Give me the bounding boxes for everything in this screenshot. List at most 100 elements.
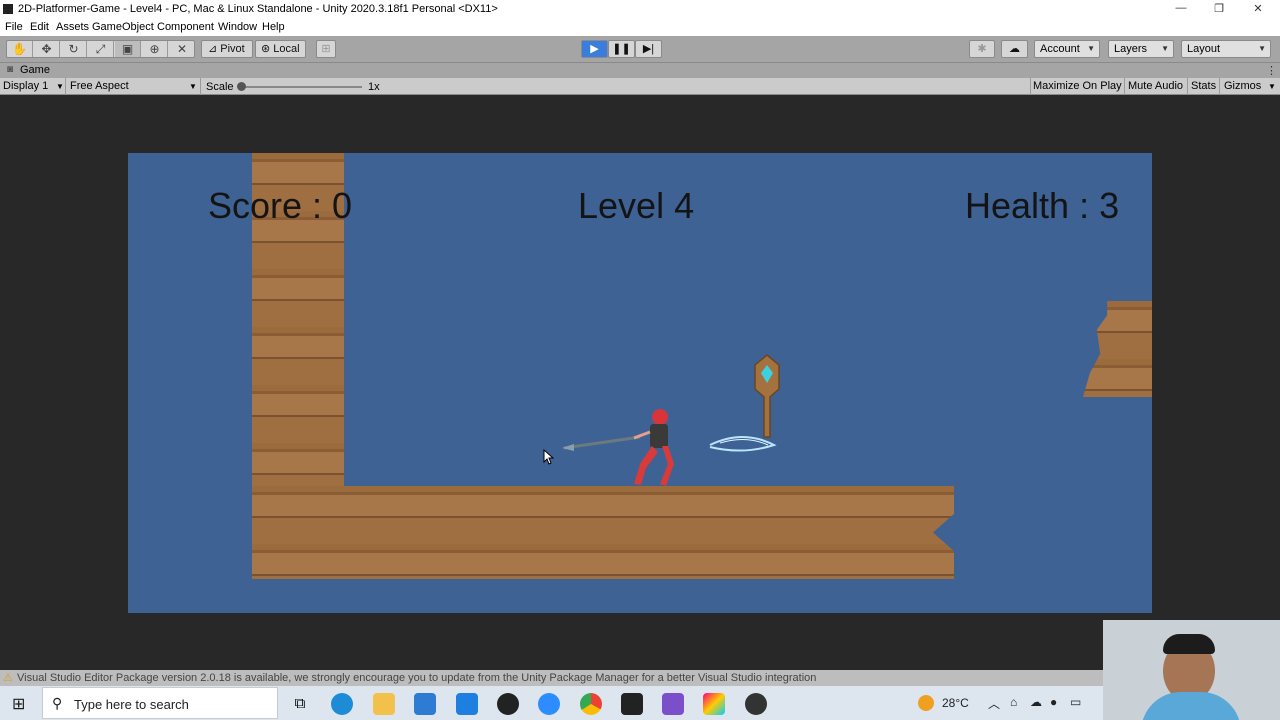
- aspect-dropdown[interactable]: Free Aspect: [70, 80, 129, 92]
- layout-dropdown[interactable]: Layout ▼: [1181, 40, 1271, 58]
- weather-icon: [918, 695, 934, 711]
- mic-icon[interactable]: ●: [1050, 695, 1057, 709]
- display-tray-icon[interactable]: ▭: [1070, 695, 1081, 709]
- collab-icon: ✱: [977, 43, 987, 55]
- local-label: Local: [273, 43, 300, 55]
- search-icon: ⚲: [52, 695, 63, 711]
- windows-taskbar: ⊞ ⚲ Type here to search ⧉ 28°C ︿ ⌂ ☁ ● ▭: [0, 686, 1280, 720]
- tab-menu-icon[interactable]: ⋮: [1266, 64, 1277, 77]
- scale-value: 1x: [368, 81, 380, 93]
- move-tool-icon[interactable]: ✥: [34, 41, 60, 57]
- tray-chevron-icon[interactable]: ︿: [988, 695, 1000, 712]
- mail-icon[interactable]: [414, 693, 436, 715]
- pivot-icon: ⊿: [208, 43, 218, 55]
- display-dropdown[interactable]: Display 1: [3, 80, 48, 92]
- unity-taskbar-icon[interactable]: [621, 693, 643, 715]
- maximize-on-play-toggle[interactable]: Maximize On Play: [1033, 80, 1122, 92]
- transform-tools: ✋ ✥ ↻ ⤢ ▣ ⊕ ✕: [6, 40, 195, 58]
- main-toolbar: ✋ ✥ ↻ ⤢ ▣ ⊕ ✕ ⊿ Pivot ⊛ Local ⊞ ▶ ❚❚ ▶| …: [0, 36, 1280, 62]
- menu-edit[interactable]: Edit: [30, 21, 49, 33]
- xbox-icon[interactable]: [497, 693, 519, 715]
- menu-bar: File Edit Assets GameObject Component Wi…: [0, 19, 1280, 36]
- player-character: [562, 409, 674, 486]
- menu-window[interactable]: Window: [218, 21, 257, 33]
- scale-slider-handle[interactable]: [237, 82, 246, 91]
- divider: [1124, 78, 1125, 95]
- webcam-overlay: [1103, 620, 1280, 720]
- floor-platform: [252, 486, 954, 579]
- pause-button[interactable]: ❚❚: [608, 40, 635, 58]
- chevron-down-icon: ▼: [56, 82, 64, 91]
- search-placeholder: Type here to search: [74, 697, 189, 712]
- local-toggle[interactable]: ⊛ Local: [255, 40, 306, 58]
- warning-icon: ⚠: [3, 672, 13, 684]
- chrome-icon[interactable]: [580, 693, 602, 715]
- step-button[interactable]: ▶|: [635, 40, 662, 58]
- hand-tool-icon[interactable]: ✋: [7, 41, 33, 57]
- edge-icon[interactable]: [331, 693, 353, 715]
- game-viewport: Score : 0 Level 4 Health : 3: [0, 95, 1280, 670]
- pivot-toggle[interactable]: ⊿ Pivot: [201, 40, 253, 58]
- menu-component[interactable]: Component: [157, 21, 214, 33]
- obs-icon[interactable]: [745, 693, 767, 715]
- weather-temp[interactable]: 28°C: [942, 696, 969, 710]
- layers-label: Layers: [1114, 43, 1148, 55]
- console-status-bar[interactable]: ⚠ Visual Studio Editor Package version 2…: [0, 670, 1280, 686]
- chevron-down-icon: ▼: [189, 82, 197, 91]
- game-canvas[interactable]: Score : 0 Level 4 Health : 3: [128, 153, 1152, 613]
- health-text: Health : 3: [965, 185, 1120, 226]
- chevron-down-icon[interactable]: ▼: [1268, 82, 1276, 91]
- taskbar-search-box[interactable]: ⚲ Type here to search: [42, 687, 278, 719]
- rotate-tool-icon[interactable]: ↻: [61, 41, 87, 57]
- mute-audio-toggle[interactable]: Mute Audio: [1128, 80, 1183, 92]
- collab-button[interactable]: ✱: [969, 40, 995, 58]
- cloud-icon: ☁: [1009, 43, 1020, 55]
- restore-button[interactable]: ❐: [1209, 2, 1229, 17]
- custom-tool-icon[interactable]: ✕: [169, 41, 195, 57]
- network-icon[interactable]: ⌂: [1010, 695, 1017, 709]
- rect-tool-icon[interactable]: ▣: [115, 41, 141, 57]
- divider: [65, 78, 66, 95]
- close-button[interactable]: ✕: [1248, 2, 1268, 17]
- play-icon: ▶: [590, 43, 599, 55]
- layers-dropdown[interactable]: Layers ▼: [1108, 40, 1174, 58]
- cloud-tray-icon[interactable]: ☁: [1030, 695, 1042, 709]
- game-tab-strip: ◙ Game ⋮: [0, 62, 1280, 78]
- game-tab-icon: ◙: [7, 64, 14, 75]
- play-button[interactable]: ▶: [581, 40, 608, 58]
- tab-game[interactable]: Game: [20, 64, 50, 76]
- windows-start-icon[interactable]: ⊞: [12, 694, 25, 714]
- chevron-down-icon: ▼: [1087, 44, 1095, 53]
- cursor-icon: [543, 449, 554, 465]
- divider: [200, 78, 201, 95]
- file-explorer-icon[interactable]: [373, 693, 395, 715]
- account-label: Account: [1040, 43, 1080, 55]
- status-message: Visual Studio Editor Package version 2.0…: [17, 672, 817, 684]
- pivot-label: Pivot: [220, 43, 245, 55]
- gizmos-toggle[interactable]: Gizmos: [1224, 80, 1261, 92]
- webcam-shirt: [1141, 692, 1241, 720]
- stats-toggle[interactable]: Stats: [1191, 80, 1216, 92]
- menu-help[interactable]: Help: [262, 21, 285, 33]
- grid-snap-button[interactable]: ⊞: [316, 40, 336, 58]
- layout-label: Layout: [1187, 43, 1221, 55]
- visual-studio-icon[interactable]: [662, 693, 684, 715]
- divider: [1030, 78, 1031, 95]
- scale-label: Scale: [206, 81, 234, 93]
- account-dropdown[interactable]: Account ▼: [1034, 40, 1100, 58]
- transform-tool-icon[interactable]: ⊕: [142, 41, 168, 57]
- menu-assets[interactable]: Assets: [56, 21, 89, 33]
- menu-gameobject[interactable]: GameObject: [92, 21, 154, 33]
- task-view-icon[interactable]: ⧉: [289, 693, 311, 715]
- paint-icon[interactable]: [703, 693, 725, 715]
- scale-slider-track[interactable]: [240, 86, 362, 88]
- scale-tool-icon[interactable]: ⤢: [88, 41, 114, 57]
- menu-file[interactable]: File: [5, 21, 23, 33]
- level-text: Level 4: [578, 185, 695, 226]
- minimize-button[interactable]: —: [1171, 2, 1191, 17]
- cloud-button[interactable]: ☁: [1001, 40, 1028, 58]
- app-l-icon[interactable]: [456, 693, 478, 715]
- zoom-icon[interactable]: [538, 693, 560, 715]
- unity-icon: [3, 4, 13, 14]
- chevron-down-icon: ▼: [1161, 44, 1169, 53]
